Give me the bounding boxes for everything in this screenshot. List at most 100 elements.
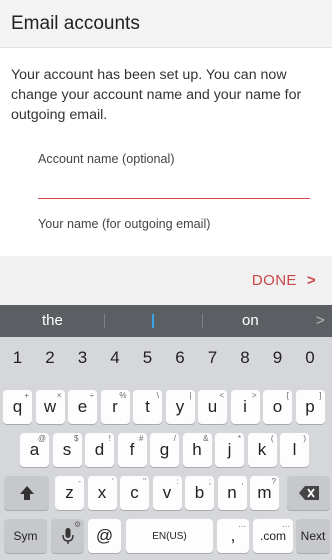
mic-key[interactable]: ⚙ [51,519,84,553]
key-j[interactable]: j * [215,433,244,467]
key-label: b [194,483,205,502]
suggestion-expand-icon[interactable]: > [316,312,325,329]
dotcom-alt-hint: … [282,520,290,529]
key-label: 2 [45,348,55,367]
backspace-icon [298,486,319,500]
key-alt-hint: × [56,391,62,400]
chevron-right-icon: > [306,272,316,289]
key-label: z [65,483,74,502]
key-alt-hint: ( [270,434,274,443]
key-g[interactable]: g / [150,433,179,467]
key-x[interactable]: x ' [87,476,117,510]
dotcom-label: .com [259,529,286,543]
key-h[interactable]: h & [182,433,212,467]
account-name-label: Account name (optional) [38,152,175,166]
settings-hint-icon: ⚙ [73,520,81,529]
key-4[interactable]: 4 [100,341,130,375]
key-label: y [175,397,185,416]
key-f[interactable]: f # [117,433,147,467]
key-y[interactable]: y | [165,390,195,424]
key-alt-hint: , [241,477,244,486]
key-alt-hint: : [176,477,179,486]
key-n[interactable]: n, [217,476,247,510]
shift-key[interactable] [4,476,49,510]
key-l[interactable]: l) [280,433,309,467]
key-alt-hint: - [78,477,81,486]
key-p[interactable]: p] [295,390,325,424]
suggestion-current[interactable] [152,314,154,328]
key-alt-hint: \ [156,391,159,400]
key-label: g [159,440,170,459]
key-label: 8 [240,348,250,367]
key-e[interactable]: e ÷ [68,390,97,424]
key-a[interactable]: a @ [20,433,49,467]
comma-key[interactable]: , … [217,519,249,553]
key-t[interactable]: t \ [133,390,162,424]
space-key[interactable]: EN(US) [126,519,213,553]
key-9[interactable]: 9 [263,341,292,375]
key-o[interactable]: o[ [263,390,292,424]
key-r[interactable]: r% [100,390,130,424]
done-label: DONE [251,272,297,289]
key-label: d [94,440,105,459]
key-label: 3 [77,348,88,367]
key-label: r [112,397,118,416]
key-8[interactable]: 8 [230,341,260,375]
key-label: s [62,440,72,459]
key-d[interactable]: d! [85,433,114,467]
suggestion-bar: the on > [0,305,332,337]
key-alt-hint: ! [108,434,111,443]
next-key[interactable]: Next [296,519,330,553]
key-z[interactable]: z- [55,476,84,510]
key-alt-hint: | [189,391,192,400]
key-c[interactable]: c " [120,476,149,510]
key-k[interactable]: k( [247,433,277,467]
key-3[interactable]: 3 [68,341,97,375]
suggestion-divider [104,314,105,328]
key-alt-hint: ? [271,477,276,486]
key-alt-hint: $ [74,434,79,443]
key-1[interactable]: 1 [3,341,32,375]
key-label: 0 [305,348,315,367]
key-i[interactable]: i > [230,390,260,424]
sym-key[interactable]: Sym [4,519,47,553]
suggestion-divider [202,314,203,328]
key-label: 1 [12,348,23,367]
key-alt-hint: # [139,434,144,443]
page-title: Email accounts [11,13,140,34]
account-name-input[interactable] [38,172,310,198]
dotcom-key[interactable]: .com … [253,519,293,553]
key-7[interactable]: 7 [198,341,227,375]
key-alt-hint: > [251,391,257,400]
key-6[interactable]: 6 [165,341,195,375]
suggestion-on[interactable]: on [242,312,259,329]
key-label: o [272,397,283,416]
key-label: v [162,483,172,502]
key-0[interactable]: 0 [295,341,325,375]
key-s[interactable]: s $ [52,433,82,467]
keyboard: the on > 1234567890 q + w × e ÷ r% t \ y | u < i > o[p]… [0,305,332,560]
key-w[interactable]: w × [35,390,65,424]
key-label: w [43,397,57,416]
suggestion-the[interactable]: the [42,312,63,329]
key-label: c [130,483,139,502]
key-2[interactable]: 2 [35,341,65,375]
backspace-key[interactable] [287,476,330,510]
key-label: m [257,483,272,502]
key-u[interactable]: u < [198,390,227,424]
key-v[interactable]: v: [152,476,182,510]
your-name-input[interactable] [38,212,310,242]
key-label: 7 [207,348,218,367]
done-button[interactable]: DONE > [252,272,316,289]
key-label: 5 [142,348,153,367]
at-key[interactable]: @ [88,519,121,553]
key-label: 6 [175,348,185,367]
key-q[interactable]: q + [3,390,32,424]
key-b[interactable]: b; [185,476,214,510]
key-alt-hint: [ [286,391,289,400]
key-m[interactable]: m? [250,476,279,510]
key-label: h [192,440,202,459]
key-label: a [29,440,40,459]
key-alt-hint: ; [208,477,211,486]
key-5[interactable]: 5 [133,341,162,375]
